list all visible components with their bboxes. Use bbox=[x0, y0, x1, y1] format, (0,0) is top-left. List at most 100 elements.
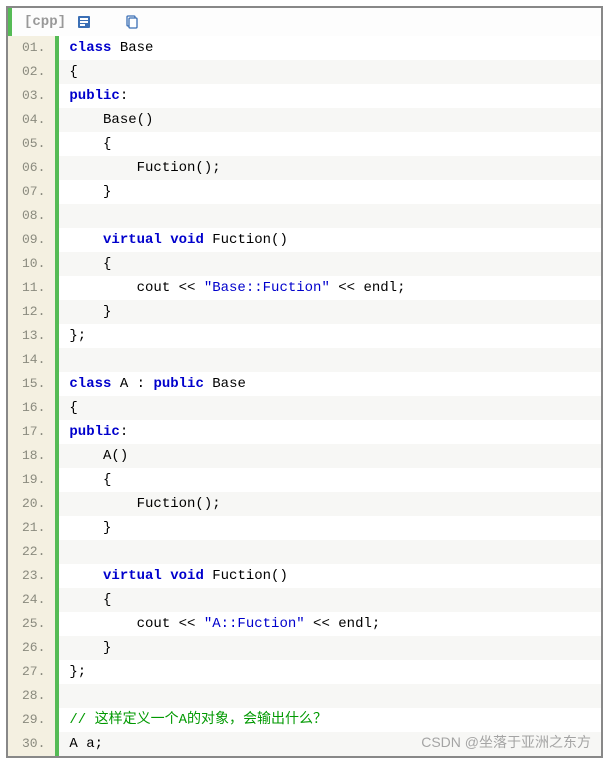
code-token: }; bbox=[69, 664, 86, 680]
line-number: 30. bbox=[8, 732, 55, 756]
code-token: } bbox=[69, 184, 111, 200]
line-number-gutter: 01.02.03.04.05.06.07.08.09.10.11.12.13.1… bbox=[8, 36, 59, 756]
code-line: A a; bbox=[59, 732, 601, 756]
code-token: A a; bbox=[69, 736, 103, 752]
code-line: { bbox=[59, 588, 601, 612]
line-number: 14. bbox=[8, 348, 55, 372]
line-number: 23. bbox=[8, 564, 55, 588]
code-token: Fuction(); bbox=[69, 160, 220, 176]
code-line: { bbox=[59, 396, 601, 420]
line-number: 24. bbox=[8, 588, 55, 612]
code-line: { bbox=[59, 468, 601, 492]
code-token bbox=[162, 232, 170, 248]
code-token bbox=[69, 568, 103, 584]
code-token: << endl; bbox=[305, 616, 381, 632]
code-block: [cpp] 01.02.03.04.05.06.07.08.09.10.11.1… bbox=[6, 6, 603, 758]
keyword-token: void bbox=[170, 568, 204, 584]
code-line: } bbox=[59, 636, 601, 660]
code-line: public: bbox=[59, 84, 601, 108]
line-number: 11. bbox=[8, 276, 55, 300]
line-number: 13. bbox=[8, 324, 55, 348]
string-literal: "Base::Fuction" bbox=[204, 280, 330, 296]
code-line: virtual void Fuction() bbox=[59, 228, 601, 252]
code-line: }; bbox=[59, 324, 601, 348]
code-line bbox=[59, 684, 601, 708]
code-line: { bbox=[59, 132, 601, 156]
code-token: Base bbox=[111, 40, 153, 56]
line-number: 01. bbox=[8, 36, 55, 60]
code-line: cout << "A::Fuction" << endl; bbox=[59, 612, 601, 636]
line-number: 04. bbox=[8, 108, 55, 132]
line-number: 02. bbox=[8, 60, 55, 84]
keyword-token: class bbox=[69, 376, 111, 392]
code-line: A() bbox=[59, 444, 601, 468]
code-token: Base bbox=[204, 376, 246, 392]
code-token: Base() bbox=[69, 112, 153, 128]
code-line bbox=[59, 348, 601, 372]
line-number: 03. bbox=[8, 84, 55, 108]
code-token: } bbox=[69, 304, 111, 320]
code-line: } bbox=[59, 516, 601, 540]
line-number: 25. bbox=[8, 612, 55, 636]
code-token: : bbox=[120, 424, 128, 440]
keyword-token: virtual bbox=[103, 232, 162, 248]
code-token: Fuction() bbox=[204, 232, 288, 248]
line-number: 21. bbox=[8, 516, 55, 540]
line-number: 07. bbox=[8, 180, 55, 204]
line-number: 27. bbox=[8, 660, 55, 684]
line-number: 19. bbox=[8, 468, 55, 492]
line-number: 16. bbox=[8, 396, 55, 420]
copy-icon[interactable] bbox=[124, 14, 140, 30]
line-number: 06. bbox=[8, 156, 55, 180]
line-number: 12. bbox=[8, 300, 55, 324]
code-line: cout << "Base::Fuction" << endl; bbox=[59, 276, 601, 300]
code-line: { bbox=[59, 60, 601, 84]
code-line: virtual void Fuction() bbox=[59, 564, 601, 588]
code-lines: class Base{public: Base() { Fuction(); }… bbox=[59, 36, 601, 756]
code-token: : bbox=[120, 88, 128, 104]
code-line: Fuction(); bbox=[59, 156, 601, 180]
code-line: } bbox=[59, 180, 601, 204]
code-line: Fuction(); bbox=[59, 492, 601, 516]
code-line bbox=[59, 540, 601, 564]
code-area: 01.02.03.04.05.06.07.08.09.10.11.12.13.1… bbox=[8, 36, 601, 756]
keyword-token: virtual bbox=[103, 568, 162, 584]
code-token: } bbox=[69, 640, 111, 656]
code-token: { bbox=[69, 64, 77, 80]
code-token: { bbox=[69, 472, 111, 488]
keyword-token: public bbox=[69, 424, 119, 440]
code-token: cout << bbox=[69, 616, 203, 632]
line-number: 29. bbox=[8, 708, 55, 732]
code-line bbox=[59, 204, 601, 228]
code-token bbox=[162, 568, 170, 584]
line-number: 08. bbox=[8, 204, 55, 228]
view-plain-icon[interactable] bbox=[76, 14, 92, 30]
line-number: 20. bbox=[8, 492, 55, 516]
line-number: 10. bbox=[8, 252, 55, 276]
code-header: [cpp] bbox=[8, 8, 601, 36]
code-line: public: bbox=[59, 420, 601, 444]
string-literal: "A::Fuction" bbox=[204, 616, 305, 632]
code-line: class A : public Base bbox=[59, 372, 601, 396]
code-token: A : bbox=[111, 376, 153, 392]
code-token: cout << bbox=[69, 280, 203, 296]
code-token: Fuction() bbox=[204, 568, 288, 584]
code-token: << endl; bbox=[330, 280, 406, 296]
keyword-token: void bbox=[170, 232, 204, 248]
code-token: }; bbox=[69, 328, 86, 344]
code-line: class Base bbox=[59, 36, 601, 60]
language-label: [cpp] bbox=[24, 14, 66, 30]
keyword-token: public bbox=[153, 376, 203, 392]
code-token: A() bbox=[69, 448, 128, 464]
code-line: { bbox=[59, 252, 601, 276]
line-number: 17. bbox=[8, 420, 55, 444]
code-token: Fuction(); bbox=[69, 496, 220, 512]
code-line: // 这样定义一个A的对象，会输出什么？ bbox=[59, 708, 601, 732]
code-line: } bbox=[59, 300, 601, 324]
line-number: 09. bbox=[8, 228, 55, 252]
code-token: { bbox=[69, 256, 111, 272]
code-token bbox=[69, 232, 103, 248]
code-token: } bbox=[69, 520, 111, 536]
line-number: 26. bbox=[8, 636, 55, 660]
keyword-token: class bbox=[69, 40, 111, 56]
